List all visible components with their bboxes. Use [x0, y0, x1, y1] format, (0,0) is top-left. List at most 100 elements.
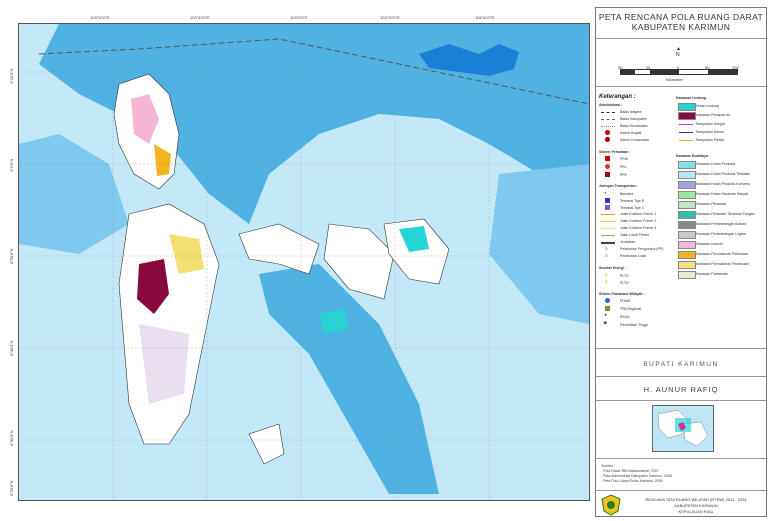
divider — [596, 458, 766, 459]
legend-section-budidaya: Kawasan Budidaya : — [676, 154, 711, 158]
jalan-kp2-symbol — [601, 221, 615, 222]
legend-item: Hutan Lindung — [696, 104, 719, 108]
anchor-icon: ⚓ — [604, 246, 609, 250]
coord-left-2: 1°0'0"N — [9, 158, 14, 172]
map-sheet: 103°20'0"E 103°40'0"E 104°0'0"E 104°20'0… — [0, 0, 768, 521]
scale-tick-5: 100 — [732, 65, 739, 70]
map-canvas[interactable] — [19, 24, 589, 500]
airport-icon: ✈ — [604, 191, 607, 195]
budidaya-swatch — [678, 161, 696, 169]
legend-item: Kawasan Permukiman Perdesaan — [696, 262, 749, 266]
legend-item: Kawasan Pertanian Tanaman Pangan — [696, 212, 755, 216]
legend-item: Batas Negara — [620, 110, 642, 114]
pkl-icon — [605, 164, 610, 169]
budidaya-swatch — [678, 261, 696, 269]
sempadan-sungai-symbol — [679, 124, 693, 125]
hutan-lindung-swatch — [678, 103, 696, 111]
legend-item: PLTU — [620, 281, 629, 285]
graduation-cap-icon: 🎓 — [603, 321, 608, 325]
legend-item: Kawasan Hutan Tanaman Rakyat — [696, 192, 748, 196]
signature-name: H. AUNUR RAFIQ — [643, 385, 719, 394]
terminal-b-icon — [605, 198, 610, 203]
legend-item: Kawasan Pertanian — [696, 202, 727, 206]
jalan-kp1-symbol — [601, 214, 615, 215]
legend-item: Kantor Kecamatan — [620, 138, 649, 142]
legend-item: PKW — [620, 157, 628, 161]
legend-item: Jalan Kolektor Primer 1 — [620, 212, 657, 216]
batas-kecamatan-symbol — [601, 126, 615, 127]
scale-tick-1: 50 — [618, 65, 623, 70]
budidaya-swatch — [678, 251, 696, 259]
scale-unit: Kilometer — [666, 77, 683, 82]
sempadan-pantai-symbol — [679, 140, 693, 141]
legend-item: Kawasan Pertambangan Batuan — [696, 222, 747, 226]
legend-item: Kawasan Pertambangan Logam — [696, 232, 747, 236]
coord-left-4: 0°40'0"N — [9, 340, 14, 356]
legend-item: Kawasan Pariwisata — [696, 272, 728, 276]
budidaya-swatch — [678, 191, 696, 199]
batas-negara-symbol — [601, 112, 615, 113]
coord-left-3: 0°50'0"N — [9, 248, 14, 264]
legend-item: PPK — [620, 173, 628, 177]
legend-item: Sempadan Sungai — [696, 122, 725, 126]
legend-section-perkotaan: Sistem Perkotaan : — [599, 150, 631, 154]
legend-item: Terminal Tipe B — [620, 199, 645, 203]
map-frame[interactable] — [18, 23, 590, 501]
pltu-icon: ⚡ — [604, 280, 609, 284]
legend-section-lindung: Kawasan Lindung : — [676, 96, 709, 100]
kantor-bupati-icon — [605, 130, 610, 135]
scale-tick-4: 50 — [705, 65, 710, 70]
legend-item: Pendidikan Tinggi — [620, 323, 648, 327]
legend-item: Pelabuhan Pengumpul (PP) — [620, 247, 664, 251]
signature-office: BUPATI KARIMUN — [643, 361, 719, 368]
legend-item: Jembatan — [620, 240, 636, 244]
tpa-icon — [605, 306, 610, 311]
coord-top-5: 104°40'0"E — [475, 15, 495, 20]
legend-item: Kawasan Permukiman Perkotaan — [696, 252, 748, 256]
inset-canvas — [657, 409, 709, 447]
north-arrow-icon: ▲ N — [676, 46, 681, 58]
legend-item: Sempadan Danau — [696, 130, 725, 134]
north-label: N — [676, 52, 680, 58]
legend-section-transportasi: Jaringan Transportasi : — [599, 184, 638, 188]
location-inset-map[interactable] — [652, 405, 714, 452]
legend-item: Batas Kecamatan — [620, 124, 648, 128]
kantor-kecamatan-icon — [605, 137, 610, 142]
batas-kabupaten-symbol — [601, 119, 615, 120]
budidaya-swatch — [678, 271, 696, 279]
sempadan-danau-symbol — [679, 132, 693, 133]
pkw-icon — [605, 156, 610, 161]
budidaya-swatch — [678, 241, 696, 249]
legend-item: Batas Kabupaten — [620, 117, 647, 121]
budidaya-swatch — [678, 231, 696, 239]
coord-top-1: 103°20'0"E — [90, 15, 110, 20]
source-line: - Peta Foto Udara Pulau Karimun, 2009 — [601, 479, 663, 483]
legend-item: Jalan Kolektor Primer 4 — [620, 226, 657, 230]
terminal-c-icon — [605, 205, 610, 210]
legend-item: PKL — [620, 165, 627, 169]
map-title-line2: KABUPATEN KARIMUN — [631, 22, 731, 32]
legend-section-energi: Sumber Energi : — [599, 266, 627, 270]
pltg-icon: ⚡ — [604, 273, 609, 277]
legend-heading: Keterangan : — [599, 94, 636, 100]
legend-item: Jalan Lokal Primer — [620, 233, 649, 237]
legend-item: Kawasan Resapan Air — [696, 113, 731, 117]
legend-item: Sempadan Pantai — [696, 138, 724, 142]
resapan-swatch — [678, 112, 696, 120]
coord-left-6: 0°20'0"N — [9, 480, 14, 496]
legend-item: PDAM — [620, 299, 631, 303]
legend-section-administrasi: Administrasi : — [599, 103, 623, 107]
budidaya-swatch — [678, 211, 696, 219]
legend-item: Kawasan Hutan Produksi — [696, 162, 736, 166]
footer-line: KEPULAUAN RIAU — [678, 509, 714, 514]
legend-item: Kantor Bupati — [620, 131, 642, 135]
legend-item: TPA Regional — [620, 307, 642, 311]
divider — [596, 348, 766, 349]
jalan-kp4-symbol — [601, 228, 615, 229]
divider — [596, 38, 766, 39]
legend-item: Bandara — [620, 192, 634, 196]
scale-tick-2: 25 — [646, 65, 651, 70]
footer-text: RENCANA TATA RUANG WILAYAH (RTRW) 2011 -… — [626, 497, 766, 515]
legend-section-prasarana: Sistem Prasarana Wilayah : — [599, 292, 645, 296]
jalan-lokal-symbol — [601, 235, 615, 236]
